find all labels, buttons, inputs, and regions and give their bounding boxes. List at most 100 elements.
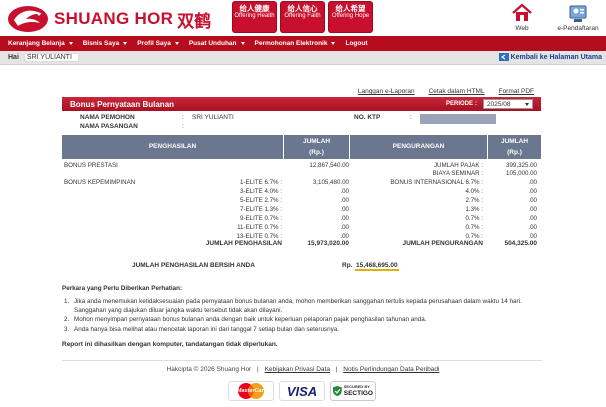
deduction-label: 2.7% : [465,197,483,204]
note-item: 3. Anda hanya bisa melihat atau mencetak … [64,325,339,333]
copyright-text: Hakcipta © 2026 Shuang Hor [166,366,252,373]
nav-logout[interactable]: Logout [340,36,372,51]
elite-value: .00 [340,188,349,195]
deduction-value: .00 [528,188,537,195]
caret-down-icon [174,42,179,45]
brand-logo[interactable]: SHUANG HOR 双鹤 [6,4,211,34]
applicant-label: NAMA PEMOHON [80,114,135,121]
back-to-home-link[interactable]: Kembali ke Halaman Utama [498,53,602,61]
deduction-value: .00 [528,215,537,222]
nav-keranjang-belanja[interactable]: Keranjang Belanja [3,36,78,51]
bonus-prestasi-value: 12,867,540.00 [309,162,349,169]
computer-generated-note: Report ini dihasilkan dengan komputer, t… [62,341,278,348]
secured-by-text: SECURED BY [343,384,370,390]
note-item: 1. Jika anda menemukan ketidaksesuaian pa… [64,298,522,315]
pdf-format-link[interactable]: Format PDF [499,88,534,95]
total-deduction-label: JUMLAH PENGURANGAN [402,240,483,247]
statement-table-header: PENGHASILAN JUMLAH (Rp.) PENGURANGAN JUML… [62,135,541,159]
notes-section: Perkara yang Perlu Diberikan Perhatian: … [62,284,542,334]
slogan-health: 给人健康 Offering Health [232,1,277,33]
data-protection-notice-link[interactable]: Notis Perlindungan Data Peribadi [343,366,439,373]
web-label: Web [515,25,529,32]
sectigo-badge: SECURED BY SECTIGO [330,381,376,401]
totals-row: JUMLAH PENGHASILAN 15,973,020.00 JUMLAH … [62,239,541,251]
deduction-label: 0.7% : [465,224,483,231]
report-links: Langgan e-Laporan Cetak dalam HTML Forma… [358,88,534,95]
e-pendaftaran-label: e-Pendaftaran [557,25,599,32]
e-pendaftaran-link[interactable]: e-Pendaftaran [553,2,603,32]
bonus-statement-panel: Bonus Pernyataan Bulanan PERIODE : 2025/… [62,97,541,251]
net-income-label: JUMLAH PENGHASILAN BERSIH ANDA [132,262,255,269]
mastercard-badge: MasterCard [228,381,274,401]
elite-label: 7-ELITE 1.3% : [240,206,282,213]
deduction-label: BIAYA SEMINAR : [432,170,483,177]
elite-value: .00 [340,215,349,222]
caret-down-icon [331,42,336,45]
print-html-link[interactable]: Cetak dalam HTML [429,88,485,95]
brand-name-cn: 双鹤 [177,11,212,31]
bonus-prestasi-label: BONUS PRESTASI [64,162,118,169]
spouse-label: NAMA PASANGAN [80,123,138,130]
total-income-value: 15,973,020.00 [307,240,349,247]
deduction-label: 4.0% : [465,188,483,195]
payment-badges: MasterCard VISA SECURED BY SECTIGO [228,381,376,401]
deduction-value: 399,325.00 [506,162,537,169]
deduction-value: 105,000.00 [506,170,537,177]
applicant-info: NAMA PEMOHON : SRI YULIANTI NAMA PASANGA… [62,111,541,135]
deduction-value: .00 [528,197,537,204]
check-shield-icon [333,385,342,397]
elite-value: 3,105,480.00 [312,179,349,186]
visa-text: VISA [286,383,318,399]
dropdown-arrow-icon [525,103,529,106]
elite-label: 5-ELITE 2.7% : [240,197,282,204]
crane-logo-icon [8,6,48,32]
note-item: 2. Mohon menyimpan pernyataan bonus bulan… [64,316,427,324]
home-icon [512,3,532,21]
income-header: PENGHASILAN [62,135,284,159]
ktp-label: NO. KTP [354,114,381,121]
greeting: Hai [8,54,19,61]
net-income-value: 15,468,695.00 [355,262,399,271]
nav-profil-saya[interactable]: Profil Saya [132,36,184,51]
nav-permohonan-elektronik[interactable]: Permohonan Elektronik [250,36,341,51]
elite-label: 11-ELITE 0.7% : [237,224,282,231]
deduction-label: 0.7% : [465,215,483,222]
period-label: PERIODE [445,101,473,107]
slogan-badges: 给人健康 Offering Health 给人信心 Offering Faith 给… [232,1,373,33]
bonus-kepemimpinan-label: BONUS KEPEMIMPINAN [64,179,136,186]
nav-pusat-unduhan[interactable]: Pusat Unduhan [184,36,250,51]
subscribe-e-report-link[interactable]: Langgan e-Laporan [358,88,415,95]
elite-label: 3-ELITE 4.0% : [240,188,282,195]
deduction-value: .00 [528,224,537,231]
nav-bisnis-saya[interactable]: Bisnis Saya [78,36,133,51]
web-link[interactable]: Web [502,2,542,32]
applicant-value: SRI YULIANTI [192,114,234,121]
statement-rows: BONUS PRESTASI 12,867,540.00 BONUS KEPEM… [62,159,541,240]
ktp-redacted-field [420,114,496,124]
statement-title: Bonus Pernyataan Bulanan [70,99,175,109]
brand-name: SHUANG HOR [54,9,174,28]
net-currency: Rp. [342,262,353,269]
register-icon [569,5,587,22]
elite-value: .00 [340,197,349,204]
slogan-faith: 给人信心 Offering Faith [280,1,325,33]
income-amount-header: JUMLAH (Rp.) [284,135,350,159]
privacy-policy-link[interactable]: Kebijakan Privasi Data [265,366,330,373]
period-control: PERIODE : 2025/08 [446,99,533,109]
visa-badge: VISA [279,381,325,401]
total-deduction-value: 504,325.00 [504,240,537,247]
back-arrow-icon [498,53,509,61]
elite-label: 1-ELITE 6.7% : [240,179,282,186]
main-nav: Keranjang Belanja Bisnis Saya Profil Say… [0,36,606,51]
deduction-label: BONUS INTERNASIONAL 6.7% : [390,179,483,186]
period-select[interactable]: 2025/08 [483,99,533,109]
caret-down-icon [240,42,245,45]
user-bar: Hai SRI YULIANTI Kembali ke Halaman Utam… [0,51,606,65]
caret-down-icon [123,42,128,45]
site-footer: Hakcipta © 2026 Shuang Hor | Kebijakan P… [166,366,440,373]
site-header: SHUANG HOR 双鹤 给人健康 Offering Health 给人信心 Of… [0,0,606,36]
user-name: SRI YULIANTI [23,53,79,62]
elite-value: .00 [340,224,349,231]
statement-title-bar: Bonus Pernyataan Bulanan PERIODE : 2025/… [62,97,541,111]
deduction-value: .00 [528,206,537,213]
